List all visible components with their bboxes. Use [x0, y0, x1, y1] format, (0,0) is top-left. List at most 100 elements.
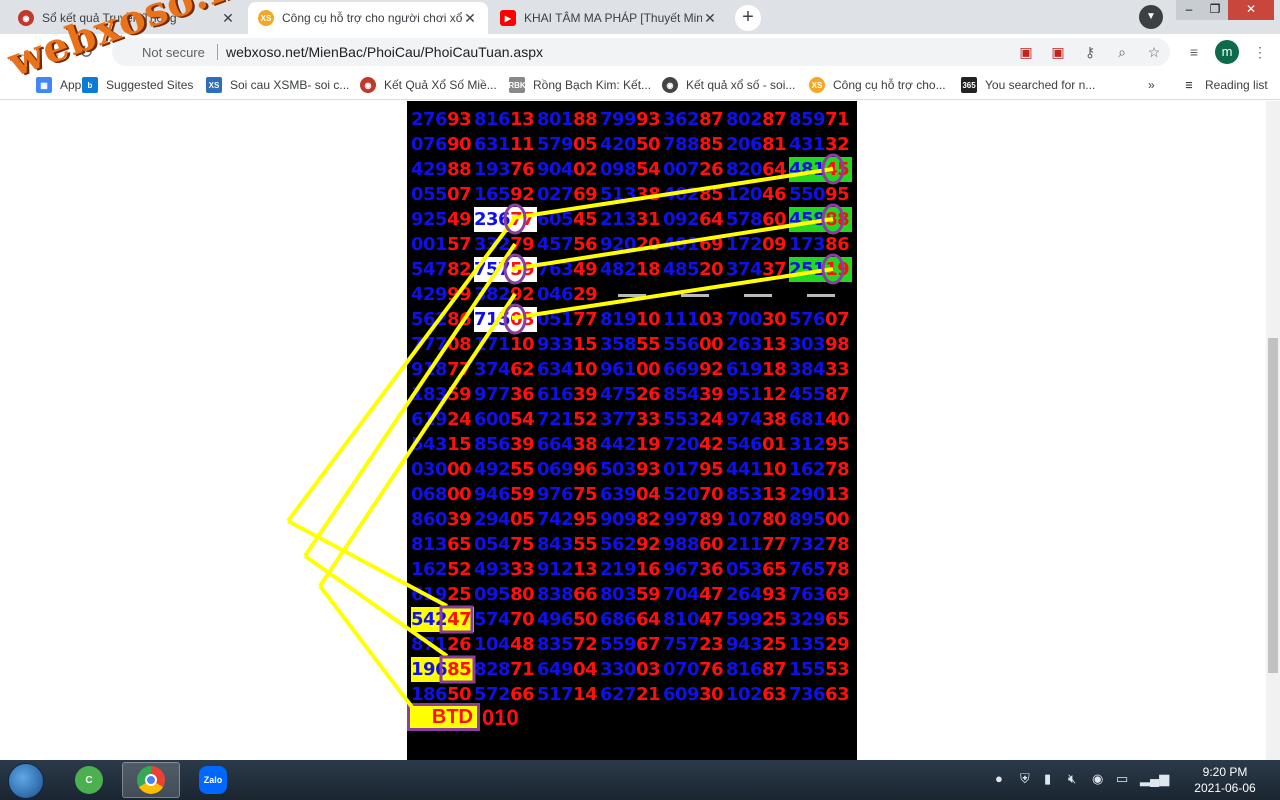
- not-secure-label[interactable]: Not secure: [142, 45, 205, 60]
- zoom-icon[interactable]: ⌕: [1112, 42, 1132, 62]
- board-cell: 48520: [663, 259, 724, 280]
- board-cell: 76578: [789, 559, 850, 580]
- chevron-down-icon[interactable]: ▼: [1139, 5, 1163, 29]
- shield-icon[interactable]: ⛨: [1020, 771, 1030, 787]
- popup-blocked-icon[interactable]: ▣: [1016, 42, 1036, 62]
- board-cell: 10263: [726, 684, 787, 705]
- board-cell: 79993: [600, 109, 661, 130]
- board-cell: 99789: [663, 509, 724, 530]
- board-cell: 75759: [474, 257, 537, 282]
- minimize-button[interactable]: –: [1176, 0, 1202, 20]
- key-icon[interactable]: ⚷: [1080, 42, 1100, 62]
- board-cell: 26493: [726, 584, 787, 605]
- board-cell: 61639: [537, 384, 598, 405]
- board-cell: 38292: [474, 284, 535, 305]
- board-cell: 29405: [474, 509, 535, 530]
- scrollbar-thumb[interactable]: [1268, 338, 1278, 673]
- bookmark-ket-qua[interactable]: ◉ Kết Quả Xổ Số Miề...: [360, 76, 497, 94]
- volume-muted-icon[interactable]: 🔇︎: [1068, 771, 1076, 787]
- board-cell: 73278: [789, 534, 850, 555]
- bookmark-cong-cu[interactable]: XS Công cụ hỗ trợ cho...: [809, 76, 946, 94]
- globe-icon: ◉: [360, 77, 376, 93]
- close-icon[interactable]: ✕: [462, 10, 478, 27]
- reading-list[interactable]: ☰ Reading list: [1181, 76, 1267, 94]
- board-cell: 37733: [600, 409, 661, 430]
- taskbar-app-chrome[interactable]: [122, 762, 180, 798]
- board-cell: 17386: [789, 234, 850, 255]
- board-cell: 30398: [789, 334, 850, 355]
- board-cell: 33003: [600, 659, 661, 680]
- board-cell: 01795: [663, 459, 724, 480]
- board-cell: 54247: [411, 607, 474, 632]
- board-cell: 75723: [663, 634, 724, 655]
- board-cell: 90982: [600, 509, 661, 530]
- rbk-icon: RBK: [508, 77, 526, 93]
- board-cell: 38433: [789, 359, 850, 380]
- maximize-button[interactable]: ❐: [1202, 0, 1228, 20]
- taskbar-app-zalo[interactable]: Zalo: [184, 762, 242, 798]
- zalo-tray-icon[interactable]: ●: [995, 771, 1003, 786]
- board-cell: 51338: [600, 184, 661, 205]
- bookmark-ket-qua-xo-so[interactable]: ◉ Kết quả xổ số - soi...: [662, 76, 795, 94]
- network-icon[interactable]: ◉: [1092, 771, 1103, 787]
- bookmark-soi-cau[interactable]: XS Soi cau XSMB- soi c...: [206, 76, 349, 94]
- close-icon[interactable]: ✕: [702, 10, 718, 27]
- scrollbar[interactable]: [1266, 101, 1280, 760]
- board-cell: 09580: [474, 584, 535, 605]
- start-button[interactable]: [8, 763, 44, 799]
- board-row: 92549 23677 60545 21331 09264 57860 45888: [407, 207, 857, 232]
- board-cell: 05365: [726, 559, 787, 580]
- board-cell: 18359: [411, 384, 472, 405]
- board-cell: 49255: [474, 459, 535, 480]
- board-cell: 45756: [537, 234, 598, 255]
- board-cell: 77708: [411, 334, 472, 355]
- board-cell: 50393: [600, 459, 661, 480]
- bookmark-label: You searched for n...: [985, 78, 1096, 92]
- system-clock[interactable]: 9:20 PM 2021-06-06: [1192, 764, 1258, 796]
- board-cell: 63111: [474, 134, 535, 155]
- lottery-board: BTD 010 27693 81613 80188 79993 36287 80287 85…: [407, 101, 857, 760]
- avatar[interactable]: m: [1215, 40, 1239, 64]
- board-cell: 48145: [789, 157, 852, 182]
- cast-icon[interactable]: ▣: [1048, 42, 1068, 62]
- close-icon[interactable]: ✕: [220, 10, 236, 27]
- youtube-icon: ▶: [500, 10, 516, 26]
- board-row: 54247 57470 49650 68664 81047 59925 32965: [407, 607, 857, 632]
- zalo-icon: Zalo: [199, 766, 227, 794]
- new-tab-button[interactable]: +: [735, 5, 761, 31]
- bookmark-you-searched[interactable]: 365 You searched for n...: [961, 76, 1095, 94]
- bookmark-label: Rồng Bạch Kim: Kết...: [533, 78, 652, 92]
- media-control-icon[interactable]: ≡: [1184, 42, 1204, 62]
- url-text[interactable]: webxoso.net/MienBac/PhoiCau/PhoiCauTuan.…: [226, 44, 543, 60]
- board-cell: 32965: [789, 609, 850, 630]
- bookmarks-bar: ▦ Apps b Suggested Sites XS Soi cau XSMB- s…: [0, 70, 1280, 100]
- bing-icon: b: [82, 77, 98, 93]
- bookmark-suggested-sites[interactable]: b Suggested Sites: [82, 76, 193, 94]
- bookmark-apps[interactable]: ▦ Apps: [36, 76, 87, 94]
- board-cell: 90402: [537, 159, 598, 180]
- board-cell: 54782: [411, 259, 472, 280]
- tab-3[interactable]: ▶ KHAI TÂM MA PHÁP [Thuyết Min ✕: [490, 2, 728, 34]
- device-icon[interactable]: ▮: [1044, 771, 1051, 787]
- close-window-button[interactable]: ✕: [1228, 0, 1274, 20]
- board-cell: 55600: [663, 334, 724, 355]
- update-icon[interactable]: ◐: [1164, 771, 1172, 786]
- tab-title: Công cụ hỗ trợ cho người chơi xổ: [282, 11, 462, 25]
- star-icon[interactable]: ☆: [1144, 42, 1164, 62]
- board-cell: 57266: [474, 684, 535, 705]
- bookmark-rong-bach-kim[interactable]: RBK Rồng Bạch Kim: Kết...: [508, 76, 652, 94]
- board-cell: 81365: [411, 534, 472, 555]
- clock-time: 9:20 PM: [1202, 765, 1248, 779]
- board-cell: 55324: [663, 409, 724, 430]
- tab-2[interactable]: XS Công cụ hỗ trợ cho người chơi xổ ✕: [248, 2, 488, 34]
- board-cell: 71503: [474, 307, 537, 332]
- board-cell: 91213: [537, 559, 598, 580]
- board-row: 77708 17110 93315 35855 55600 26313 30398: [407, 332, 857, 357]
- address-bar[interactable]: Not secure webxoso.net/MienBac/PhoiCau/P…: [112, 38, 1170, 66]
- bookmark-label: Kết Quả Xổ Số Miề...: [384, 78, 497, 92]
- more-bookmarks-icon[interactable]: »: [1148, 76, 1155, 94]
- menu-icon[interactable]: ⋮: [1250, 42, 1270, 62]
- taskbar-app-cococ[interactable]: C: [60, 762, 118, 798]
- 365-icon: 365: [961, 77, 977, 93]
- folder-icon[interactable]: ▭: [1116, 771, 1128, 787]
